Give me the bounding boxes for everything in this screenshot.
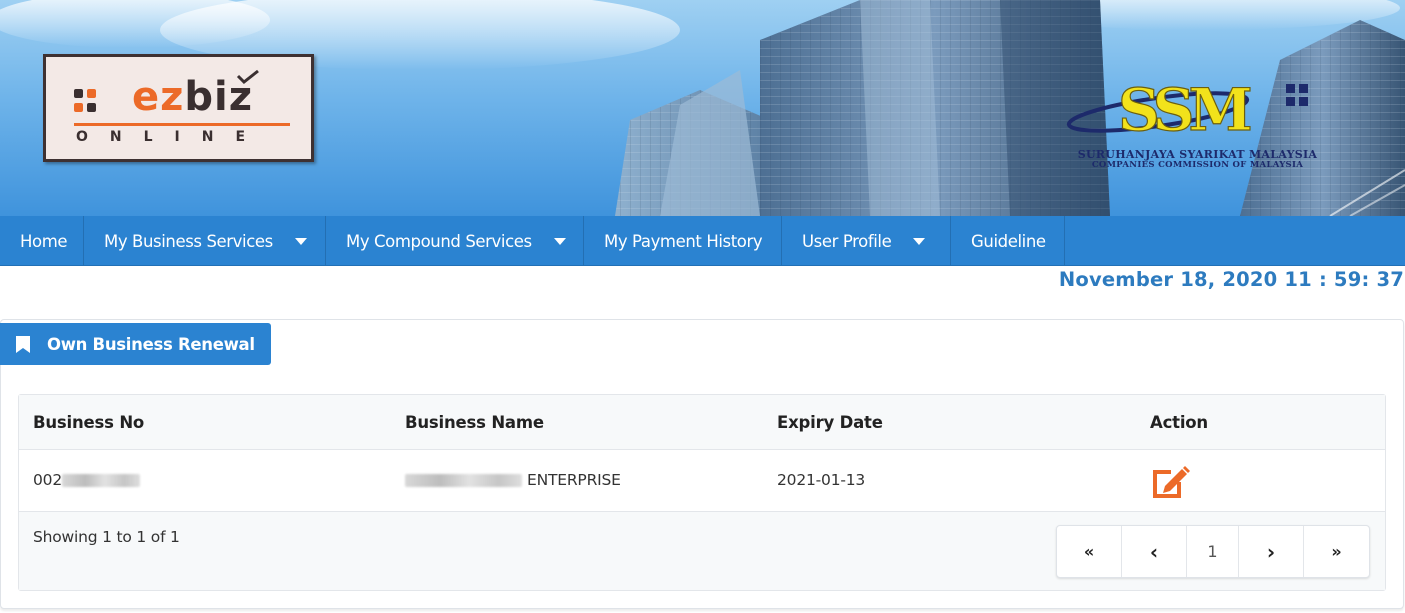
edit-icon[interactable] (1149, 462, 1191, 500)
nav-guideline-label: Guideline (971, 231, 1046, 251)
col-action: Action (1150, 413, 1208, 432)
first-page-button[interactable]: « (1057, 526, 1122, 577)
chevron-right-icon: › (1266, 539, 1276, 564)
nav-my-payment-history[interactable]: My Payment History (584, 216, 782, 266)
table-row: 002 ENTERPRISE 2021-01-13 (19, 450, 1385, 512)
business-name-text: ENTERPRISE (527, 471, 621, 489)
logo-wordmark: ezbiz (132, 74, 254, 120)
nav-my-business-services[interactable]: My Business Services (84, 216, 326, 266)
logo-subtitle: ONLINE (76, 129, 268, 145)
col-business-name[interactable]: Business Name (405, 413, 544, 432)
pagination: « ‹ 1 › » (1056, 525, 1370, 578)
renewal-table: Business No Business Name Expiry Date Ac… (18, 394, 1386, 591)
prev-page-button[interactable]: ‹ (1122, 526, 1187, 577)
bookmark-icon (16, 335, 30, 353)
nav-my-payment-history-label: My Payment History (604, 231, 763, 251)
panel-title-tab: Own Business Renewal (0, 323, 271, 365)
page-number-1[interactable]: 1 (1187, 526, 1239, 577)
redacted-blur (405, 474, 522, 487)
cell-expiry-date: 2021-01-13 (777, 471, 866, 489)
business-no-text: 002 (33, 471, 62, 489)
datetime-clock: November 18, 2020 11 : 59: 37 (1058, 268, 1404, 291)
main-nav: Home My Business Services My Compound Se… (0, 216, 1405, 266)
nav-my-compound-services-label: My Compound Services (346, 231, 532, 251)
chevron-down-icon (553, 237, 566, 245)
double-chevron-left-icon: « (1083, 542, 1095, 561)
nav-my-compound-services[interactable]: My Compound Services (326, 216, 584, 266)
header-banner: ezbiz ONLINE SSM SURUHANJAYA SYARIKAT MA… (0, 0, 1405, 216)
ssm-subname: COMPANIES COMMISSION OF MALAYSIA (1091, 160, 1304, 170)
logo-underline (74, 123, 290, 126)
page-number-label: 1 (1207, 542, 1218, 561)
nav-home[interactable]: Home (0, 216, 84, 266)
nav-home-label: Home (20, 231, 68, 251)
own-business-renewal-panel: Own Business Renewal Business No Busines… (0, 319, 1404, 609)
nav-my-business-services-label: My Business Services (104, 231, 273, 251)
redacted-blur (62, 474, 140, 487)
nav-guideline[interactable]: Guideline (951, 216, 1065, 266)
panel-title: Own Business Renewal (47, 334, 255, 354)
ssm-logo-mark: SSM (1118, 76, 1250, 144)
logo-dots-icon (74, 89, 108, 119)
col-business-no[interactable]: Business No (33, 413, 144, 432)
double-chevron-right-icon: » (1331, 542, 1342, 561)
logo-check-icon (236, 69, 259, 85)
chevron-down-icon (294, 237, 307, 245)
last-page-button[interactable]: » (1304, 526, 1369, 577)
ezbiz-logo[interactable]: ezbiz ONLINE (43, 54, 314, 162)
showing-info: Showing 1 to 1 of 1 (33, 528, 180, 546)
col-expiry-date[interactable]: Expiry Date (777, 413, 883, 432)
cell-business-no: 002 (33, 471, 140, 489)
nav-user-profile[interactable]: User Profile (782, 216, 951, 266)
table-header: Business No Business Name Expiry Date Ac… (19, 395, 1385, 450)
chevron-down-icon (913, 237, 926, 245)
nav-user-profile-label: User Profile (802, 231, 892, 251)
table-footer: Showing 1 to 1 of 1 « ‹ 1 › » (19, 512, 1385, 590)
chevron-left-icon: ‹ (1149, 539, 1159, 564)
cell-business-name: ENTERPRISE (405, 471, 621, 489)
next-page-button[interactable]: › (1239, 526, 1304, 577)
